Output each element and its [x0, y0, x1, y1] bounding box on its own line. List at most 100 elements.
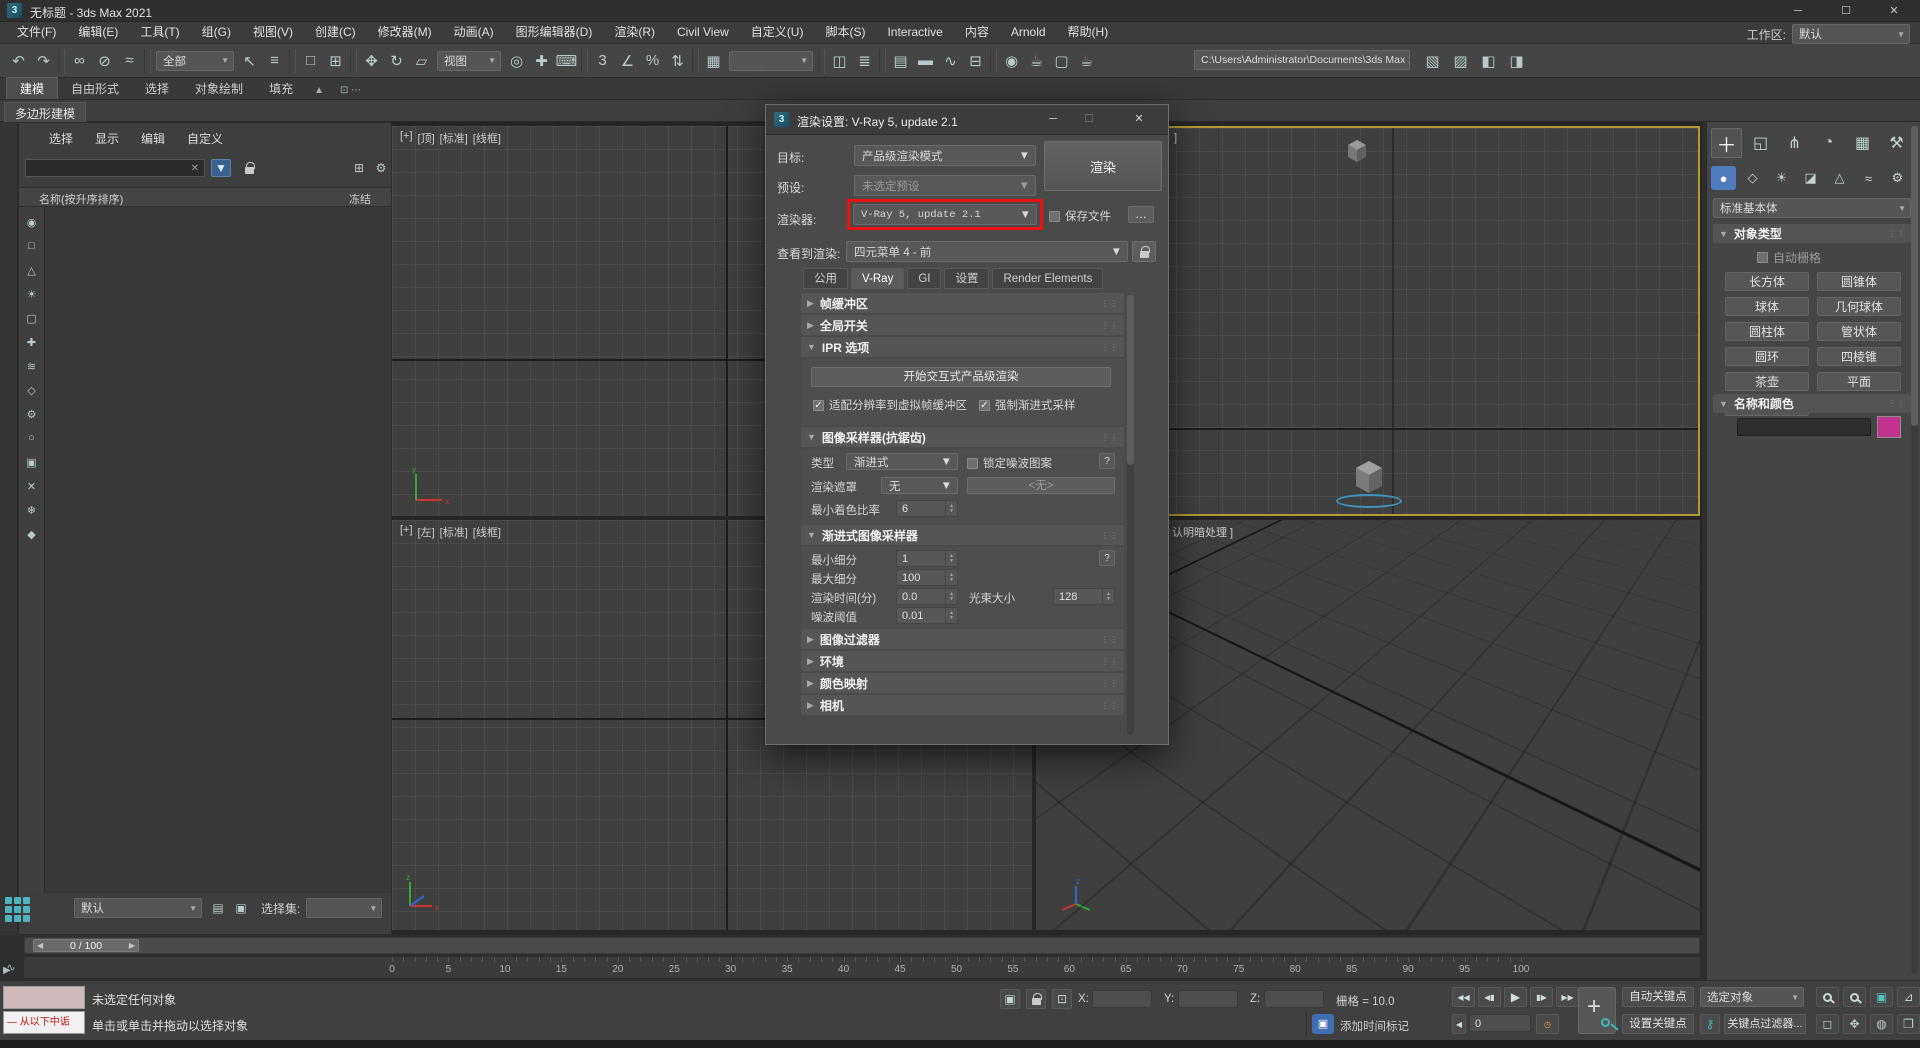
filter-materials-icon[interactable]: ◆	[23, 525, 41, 543]
window-crossing-icon[interactable]: ⊞	[323, 48, 348, 74]
object-type-button-9[interactable]: 平面	[1817, 372, 1901, 391]
layer-explorer-icon[interactable]: ▤	[888, 48, 913, 74]
next-frame-button[interactable]: ▮▶	[1530, 987, 1553, 1007]
menu-item-13[interactable]: Interactive	[876, 22, 953, 43]
filter-containers-icon[interactable]: ▣	[23, 453, 41, 471]
set-key-button[interactable]: 设置关键点	[1622, 1014, 1694, 1034]
preset-dropdown[interactable]: 未选定预设 ▼	[854, 175, 1036, 196]
menu-item-4[interactable]: 视图(V)	[242, 22, 304, 43]
toggle-ribbon-icon[interactable]: ▬	[913, 48, 938, 74]
bottom-rollout-header-1[interactable]: ▶ 环境 ⋮⋮	[801, 651, 1124, 671]
object-name-input[interactable]	[1737, 418, 1871, 436]
maxscript-mini-listener[interactable]: — 从以下中诟	[3, 1011, 85, 1034]
undo-icon[interactable]: ↶	[6, 48, 31, 74]
filter-hidden-icon[interactable]: ✕	[23, 477, 41, 495]
pick-parent-icon[interactable]: ⊞	[349, 159, 369, 177]
progressive-sampler-rollout-header[interactable]: ▼ 渐进式图像采样器 ⋮⋮	[801, 525, 1124, 545]
select-and-manipulate-icon[interactable]: ✚	[529, 48, 554, 74]
new-key-mode-icon[interactable]: ⚷	[1700, 1014, 1720, 1034]
target-dropdown[interactable]: 产品级渲染模式 ▼	[854, 145, 1036, 166]
spinner-snap-icon[interactable]: ⇅	[665, 48, 690, 74]
primitive-category-dropdown[interactable]: 标准基本体 ▼	[1713, 198, 1911, 218]
systems-category[interactable]: ⚙	[1885, 166, 1910, 190]
viewport-left-label-3[interactable]: [线框]	[473, 524, 501, 540]
viewport-top-label-0[interactable]: [+]	[400, 130, 413, 146]
object-color-swatch[interactable]	[1877, 416, 1901, 438]
filter-bones-icon[interactable]: ○	[23, 429, 41, 447]
filter-all-icon[interactable]: ◉	[23, 213, 41, 231]
menu-item-1[interactable]: 编辑(E)	[67, 22, 129, 43]
time-configuration-icon[interactable]: ◷	[1536, 1014, 1559, 1034]
hierarchy-tab[interactable]: ⋔	[1779, 128, 1810, 158]
mirror-icon[interactable]: ◫	[827, 48, 852, 74]
explorer-object-list[interactable]: ◉ □ △ ☀ ▢ ✚ ≋ ◇ ⚙ ○ ▣ ✕ ❄ ◆	[19, 207, 391, 893]
transform-typein-icon[interactable]: ⊡	[1052, 989, 1072, 1009]
save-file-checkbox[interactable]	[1049, 211, 1060, 222]
bottom-rollout-header-3[interactable]: ▶ 相机 ⋮⋮	[801, 695, 1124, 715]
menu-item-11[interactable]: 自定义(U)	[740, 22, 815, 43]
ribbon-tab-2[interactable]: 选择	[132, 78, 182, 99]
browse-button[interactable]: …	[1128, 206, 1154, 223]
object-type-button-8[interactable]: 茶壶	[1725, 372, 1809, 391]
scene-box-object[interactable]	[1348, 456, 1390, 498]
frame-back-icon[interactable]: ◀	[1452, 1014, 1466, 1034]
menu-item-10[interactable]: Civil View	[666, 22, 740, 43]
viewport-top-label-2[interactable]: [标准]	[440, 130, 468, 146]
viewport-left-label-2[interactable]: [标准]	[440, 524, 468, 540]
filter-frozen-icon[interactable]: ❄	[23, 501, 41, 519]
curve-editor-icon[interactable]: ∿	[938, 48, 963, 74]
ribbon-tab-4[interactable]: 填充	[256, 78, 306, 99]
zoom-all-icon[interactable]	[1843, 987, 1866, 1007]
menu-item-14[interactable]: 内容	[954, 22, 1000, 43]
previous-frame-button[interactable]: ◀▮	[1478, 987, 1501, 1007]
panel-scrollbar[interactable]	[1911, 126, 1918, 974]
selection-lock-icon[interactable]	[1026, 989, 1046, 1009]
viewport-label-clipped[interactable]: 认明暗处理 ]	[1172, 524, 1233, 540]
menu-item-5[interactable]: 创建(C)	[304, 22, 367, 43]
named-selection-sets-dropdown[interactable]: ▼	[729, 51, 813, 71]
modify-tab[interactable]: ◱	[1745, 128, 1776, 158]
menu-item-15[interactable]: Arnold	[1000, 22, 1057, 43]
viewport-label-clipped[interactable]: ]	[1174, 132, 1177, 144]
viewport-left-label-1[interactable]: [左]	[418, 524, 435, 540]
min-shading-spinner[interactable]: 6 ▲ ▼	[896, 500, 958, 517]
open-app-menu-icon[interactable]: ◨	[1504, 48, 1529, 74]
prev-frame-arrow-icon[interactable]: ◀	[37, 941, 43, 950]
key-selection-dropdown[interactable]: 选定对象 ▼	[1700, 987, 1804, 1007]
percent-snap-icon[interactable]: %	[640, 48, 665, 74]
render-dialog-tab-1[interactable]: V-Ray	[851, 268, 904, 289]
min-subdivs-spinner[interactable]: 1 ▲ ▼	[896, 550, 958, 567]
open-state-sets-icon[interactable]: ◧	[1476, 48, 1501, 74]
select-and-link-icon[interactable]: ∞	[67, 48, 92, 74]
add-time-tag[interactable]: 添加时间标记	[1340, 1018, 1409, 1034]
auto-key-button[interactable]: 自动关键点	[1622, 987, 1694, 1007]
schematic-view-icon[interactable]: ⊟	[963, 48, 988, 74]
render-time-spinner[interactable]: 0.0 ▲ ▼	[896, 588, 958, 605]
explorer-menu-0[interactable]: 选择	[49, 130, 73, 147]
object-type-rollout-header[interactable]: ▼ 对象类型 ⋮⋮	[1713, 224, 1911, 243]
viewport-left-label-0[interactable]: [+]	[400, 524, 413, 540]
open-layer-explorer-icon[interactable]: ▨	[1448, 48, 1473, 74]
explorer-sync-icon[interactable]: ▣	[231, 899, 251, 917]
zoom-icon[interactable]	[1816, 987, 1839, 1007]
render-dialog-tab-0[interactable]: 公用	[803, 268, 848, 289]
dialog-close-button[interactable]: ✕	[1122, 105, 1156, 134]
bottom-rollout-header-0[interactable]: ▶ 图像过滤器 ⋮⋮	[801, 629, 1124, 649]
maximize-viewport-icon[interactable]: ❐	[1897, 1014, 1920, 1034]
view-lock-icon[interactable]	[1132, 241, 1156, 262]
menu-item-8[interactable]: 图形编辑器(D)	[505, 22, 604, 43]
geometry-category[interactable]: ●	[1711, 166, 1736, 190]
ipr-rollout-header[interactable]: ▼ IPR 选项 ⋮⋮	[801, 337, 1124, 357]
menu-item-12[interactable]: 脚本(S)	[814, 22, 876, 43]
open-explorer-icon[interactable]: ▧	[1420, 48, 1445, 74]
project-folder-field[interactable]: C:\Users\Administrator\Documents\3ds Max…	[1194, 50, 1410, 70]
object-type-button-0[interactable]: 长方体	[1725, 272, 1809, 291]
light-gizmo-ring[interactable]	[1336, 494, 1402, 508]
menu-item-7[interactable]: 动画(A)	[443, 22, 505, 43]
isolate-selection-icon[interactable]: ▣	[1000, 989, 1020, 1009]
viewport-top-label-3[interactable]: [线框]	[473, 130, 501, 146]
reference-coordinate-dropdown[interactable]: 视图 ▼	[437, 51, 501, 71]
track-bar-ruler[interactable]: 0 5 10 15 20 25 30 35 40 45 50 55 60 65 70 75 80 85 90 95 10…	[24, 957, 1700, 979]
freeze-column-header[interactable]: 冻结	[349, 191, 371, 207]
menu-item-6[interactable]: 修改器(M)	[367, 22, 443, 43]
